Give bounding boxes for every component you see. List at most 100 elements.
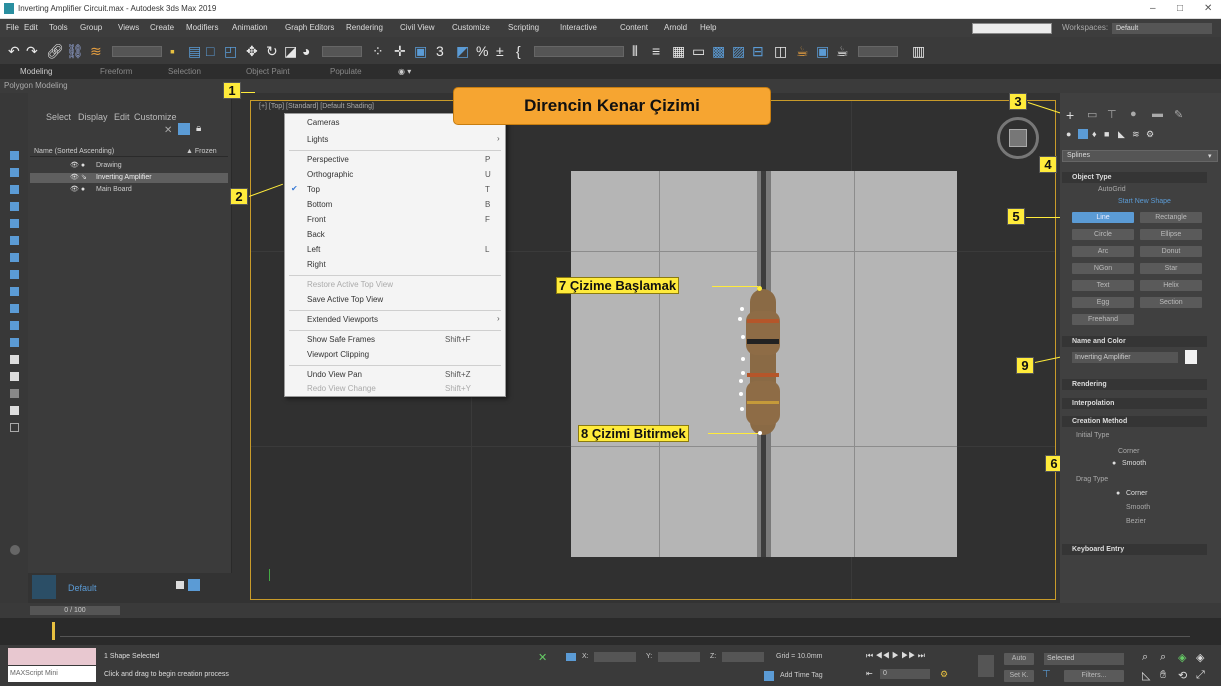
display-all-icon[interactable] <box>10 168 19 177</box>
hierarchy-tab-icon[interactable]: ⊤ <box>1107 108 1117 121</box>
rotate-icon[interactable]: ↻ <box>266 43 278 59</box>
auto-key-button[interactable]: Auto <box>1004 653 1034 665</box>
key-filter-icon[interactable]: ⊤ <box>1042 669 1051 680</box>
named-selection-icon[interactable]: { <box>516 43 521 59</box>
rendering-rollout[interactable]: Rendering <box>1062 379 1207 390</box>
drag-smooth-radio[interactable]: Smooth <box>1126 504 1150 511</box>
reference-coord-dropdown[interactable] <box>322 46 362 57</box>
table-row[interactable]: 👁 ● Main Board <box>30 185 228 195</box>
angle-snap-icon[interactable]: ◩ <box>456 43 469 59</box>
menu-modifiers[interactable]: Modifiers <box>186 23 218 32</box>
material-editor-icon[interactable]: ◫ <box>774 43 787 59</box>
zoom-extents-icon[interactable]: ◈ <box>1178 651 1186 664</box>
motion-tab-icon[interactable]: ● <box>1130 108 1137 120</box>
spline-vertex[interactable] <box>739 392 743 396</box>
scene-explorer-icon[interactable]: ▦ <box>672 43 685 59</box>
frozen-filter-icon[interactable] <box>10 372 19 381</box>
tab-customize[interactable]: Customize <box>134 112 177 122</box>
add-time-tag[interactable]: Add Time Tag <box>780 672 823 679</box>
layer-explorer-icon[interactable] <box>188 579 200 591</box>
percent-snap-icon[interactable]: % <box>476 43 488 59</box>
pivot-center-icon[interactable]: ⁘ <box>372 43 384 59</box>
filter-toggle-icon[interactable] <box>10 406 19 415</box>
group-filter-icon[interactable] <box>10 304 19 313</box>
viewcube[interactable] <box>997 117 1039 159</box>
geometry-icon[interactable]: ● <box>1066 129 1071 139</box>
hidden-filter-icon[interactable] <box>10 389 19 398</box>
donut-button[interactable]: Donut <box>1140 246 1202 257</box>
select-by-name-icon[interactable]: ▤ <box>188 43 201 59</box>
layer-add-icon[interactable] <box>176 581 184 589</box>
drag-corner-radio[interactable]: Corner <box>1126 490 1147 497</box>
unlink-icon[interactable]: ⛓︎ <box>66 43 84 59</box>
spline-vertex[interactable] <box>741 335 745 339</box>
menu-animation[interactable]: Animation <box>232 23 268 32</box>
section-button[interactable]: Section <box>1140 297 1202 308</box>
start-new-shape-checkbox[interactable]: Start New Shape <box>1118 198 1171 205</box>
spline-vertex-end[interactable] <box>758 431 762 435</box>
spacewarps-icon[interactable]: ≋ <box>1132 129 1140 140</box>
orbit-icon[interactable]: ⟲ <box>1178 669 1187 682</box>
key-filters-button[interactable]: Filters... <box>1064 670 1124 682</box>
object-type-rollout[interactable]: Object Type <box>1062 172 1207 183</box>
schematic-view-icon[interactable]: ⊟ <box>752 43 764 59</box>
workspace-dropdown[interactable]: Default <box>1112 23 1212 34</box>
rectangle-button[interactable]: Rectangle <box>1140 212 1202 223</box>
systems-icon[interactable]: ⚙︎ <box>1146 129 1154 140</box>
align-icon[interactable]: ≡ <box>652 43 660 59</box>
arc-button[interactable]: Arc <box>1072 246 1134 257</box>
initial-smooth-radio[interactable]: Smooth <box>1122 460 1146 467</box>
lock-icon[interactable]: 🔒︎ <box>196 123 201 134</box>
geometry-filter-icon[interactable] <box>10 202 19 211</box>
ribbon-tab-populate[interactable]: Populate <box>330 67 362 76</box>
bone-filter-icon[interactable] <box>10 338 19 347</box>
rect-selection-icon[interactable]: □ <box>206 43 214 59</box>
menu-views[interactable]: Views <box>118 23 139 32</box>
explorer-filter-icon[interactable] <box>178 123 190 135</box>
helix-button[interactable]: Helix <box>1140 280 1202 291</box>
time-tag-icon[interactable] <box>764 671 774 681</box>
table-row[interactable]: 👁 ● Drawing <box>30 161 228 171</box>
set-key-button[interactable]: Set K. <box>1004 670 1034 682</box>
window-crossing-icon[interactable]: ◰ <box>224 43 237 59</box>
initial-corner-radio[interactable]: Corner <box>1118 448 1139 455</box>
undo-icon[interactable]: ↶ <box>8 43 20 59</box>
scale-icon[interactable]: ◪ <box>284 43 297 59</box>
track-bar[interactable] <box>0 618 1221 645</box>
menu-interactive[interactable]: Interactive <box>560 23 597 32</box>
layer-name[interactable]: Default <box>68 583 97 593</box>
shapes-icon[interactable] <box>1078 129 1088 139</box>
selection-set-dropdown[interactable]: Selected <box>1044 653 1124 665</box>
keyboard-shortcut-icon[interactable]: ▣ <box>414 43 427 59</box>
search-box[interactable] <box>972 23 1052 34</box>
spinner-snap-icon[interactable]: ± <box>496 43 504 59</box>
spline-vertex[interactable] <box>740 307 744 311</box>
egg-button[interactable]: Egg <box>1072 297 1134 308</box>
current-frame-field[interactable]: 0 <box>880 669 930 679</box>
menu-file[interactable]: File <box>6 23 19 32</box>
select-object-icon[interactable]: ▪ <box>170 43 175 59</box>
mirror-icon[interactable]: ⫴ <box>632 43 638 59</box>
menu-content[interactable]: Content <box>620 23 648 32</box>
line-button[interactable]: Line <box>1072 212 1134 223</box>
z-coordinate-field[interactable] <box>722 652 764 662</box>
menu-edit[interactable]: Edit <box>24 23 38 32</box>
xref-filter-icon[interactable] <box>10 321 19 330</box>
col-frozen-header[interactable]: ▲ Frozen <box>186 148 217 155</box>
ellipse-button[interactable]: Ellipse <box>1140 229 1202 240</box>
create-tab-icon[interactable]: + <box>1066 107 1074 123</box>
rendered-frame-icon[interactable]: ▣ <box>816 43 829 59</box>
select-manipulate-icon[interactable]: ✛ <box>394 43 406 59</box>
viewcube-top-face[interactable] <box>1009 129 1027 147</box>
zoom-icon[interactable]: ⌕ <box>1142 651 1148 664</box>
isolate-selection-icon[interactable]: ✕ <box>538 651 547 664</box>
render-setup-icon[interactable]: ☕︎ <box>796 43 809 59</box>
set-key-icon[interactable] <box>978 655 994 677</box>
name-color-rollout[interactable]: Name and Color <box>1062 336 1207 347</box>
menu-civil-view[interactable]: Civil View <box>400 23 435 32</box>
placement-icon[interactable]: ◕ <box>302 43 310 59</box>
render-production-icon[interactable]: ☕︎ <box>836 43 849 59</box>
spline-vertex[interactable] <box>738 317 742 321</box>
container-filter-icon[interactable] <box>10 355 19 364</box>
menu-graph-editors[interactable]: Graph Editors <box>285 23 334 32</box>
